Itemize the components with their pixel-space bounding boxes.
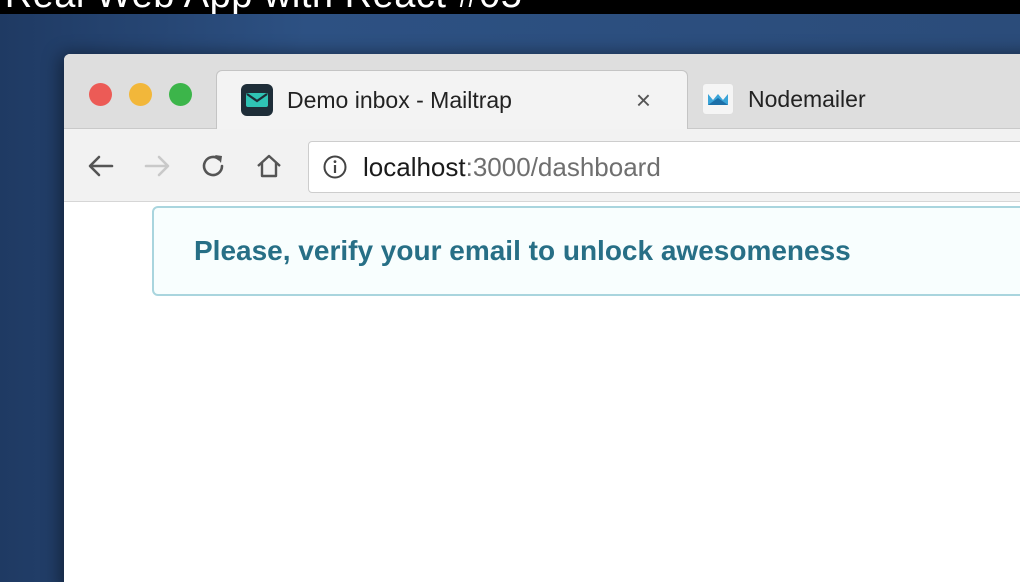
reload-icon (202, 155, 224, 177)
tab-label: Demo inbox - Mailtrap (287, 86, 512, 113)
page-content: Please, verify your email to unlock awes… (64, 202, 1020, 582)
reload-button[interactable] (196, 149, 230, 183)
video-title: a Real Web App with React #05 (0, 0, 522, 14)
home-button[interactable] (252, 149, 286, 183)
info-icon[interactable] (321, 153, 349, 181)
url-host: localhost (363, 151, 466, 182)
nodemailer-icon (702, 83, 734, 115)
minimize-window-button[interactable] (129, 83, 152, 106)
verify-email-alert: Please, verify your email to unlock awes… (152, 206, 1020, 296)
video-title-bar: a Real Web App with React #05 (0, 0, 1020, 14)
tab-strip: Demo inbox - Mailtrap × Nodemailer (64, 54, 1020, 129)
url-text[interactable]: localhost:3000/dashboard (363, 152, 661, 183)
browser-window: Demo inbox - Mailtrap × Nodemailer local… (64, 54, 1020, 582)
tab-label: Nodemailer (748, 85, 866, 112)
forward-arrow-icon (144, 155, 170, 177)
close-window-button[interactable] (89, 83, 112, 106)
alert-message: Please, verify your email to unlock awes… (194, 235, 851, 266)
back-arrow-icon (88, 155, 114, 177)
back-button[interactable] (84, 149, 118, 183)
browser-toolbar: localhost:3000/dashboard (64, 129, 1020, 202)
url-path: :3000/dashboard (465, 151, 661, 182)
tab-mailtrap[interactable]: Demo inbox - Mailtrap × (216, 70, 688, 129)
screen: a Real Web App with React #05 Demo inbox… (0, 0, 1020, 582)
maximize-window-button[interactable] (169, 83, 192, 106)
address-bar[interactable]: localhost:3000/dashboard (308, 141, 1020, 193)
home-icon (257, 154, 281, 178)
tab-nodemailer[interactable]: Nodemailer (696, 70, 1020, 128)
mailtrap-icon (241, 84, 273, 116)
close-icon[interactable]: × (636, 85, 651, 115)
forward-button[interactable] (140, 149, 174, 183)
